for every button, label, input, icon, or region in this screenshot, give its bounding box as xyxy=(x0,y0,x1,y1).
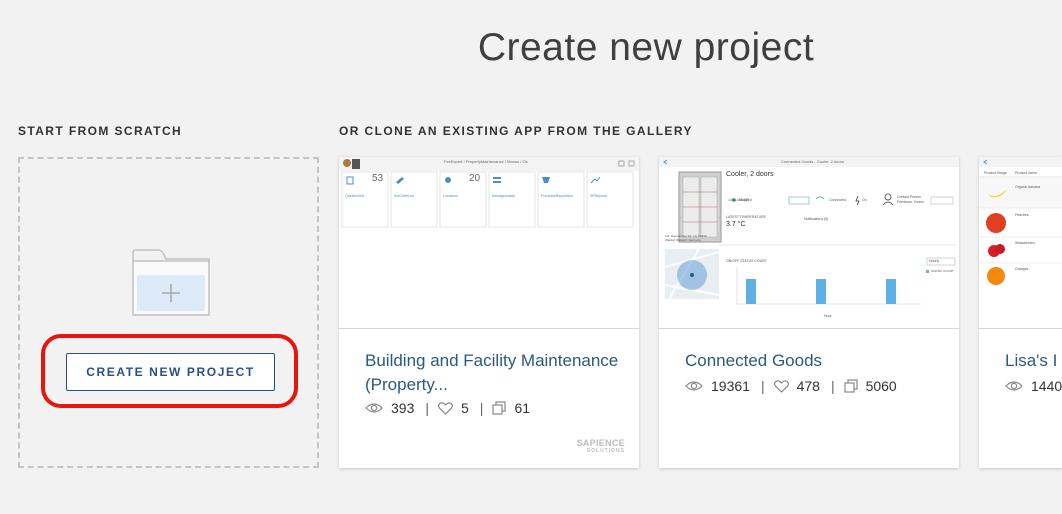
clones-count: 61 xyxy=(514,400,531,416)
thumb-column-header: Product Image xyxy=(984,171,1007,175)
vendor-logo: SAPIENCE SOLUTIONS xyxy=(577,438,625,454)
thumb-chart-period: Hourly xyxy=(929,259,940,263)
thumb-temp-value: 3.7 °C xyxy=(726,221,746,228)
page-title: Create new project xyxy=(477,26,815,69)
tile-label: ManageAssets xyxy=(492,194,516,198)
tile-label: QuestionSet xyxy=(345,194,365,198)
thumb-x-axis-label: Hour xyxy=(824,314,832,318)
views-count: 393 xyxy=(391,400,415,416)
heart-icon xyxy=(773,379,789,393)
separator: | xyxy=(425,400,429,416)
eye-icon xyxy=(1005,381,1023,391)
thumb-status: Mapped xyxy=(739,198,752,202)
separator: | xyxy=(760,378,765,394)
thumb-product-name: Cooler, 2 doors xyxy=(726,171,774,178)
thumb-temp-label: LATEST TEMPERATURE xyxy=(726,215,766,219)
thumb-column-header: Product name xyxy=(1015,171,1037,175)
gallery-card-connected-goods[interactable]: Connected Goods - Cooler, 2 doors Cooler… xyxy=(659,157,959,468)
thumb-power: On xyxy=(862,198,867,202)
heart-icon xyxy=(438,401,453,415)
gallery-card-building-maintenance[interactable]: FeeExpert / PropertyMaintenance / Manos … xyxy=(339,157,639,468)
likes-count: 478 xyxy=(796,378,820,394)
card-stats: 1440 xyxy=(1005,378,1062,394)
thumb-chart-legend: ON/OFF COUNT xyxy=(931,269,954,273)
views-count: 1440 xyxy=(1031,378,1062,394)
thumb-address: Ltd. Ruessenber Str. 13, 60150 Waldorf W… xyxy=(665,234,707,242)
thumb-chart-label: ON/OFF STATUS COUNT xyxy=(726,259,767,263)
vendor-subtitle: SOLUTIONS xyxy=(586,448,625,454)
gallery-heading: OR CLONE AN EXISTING APP FROM THE GALLER… xyxy=(339,124,693,138)
tile-count: 53 xyxy=(372,173,384,184)
tile-grid xyxy=(341,171,634,228)
separator: | xyxy=(479,400,484,416)
separator: | xyxy=(830,378,835,394)
tile-label: SPReports xyxy=(590,194,607,198)
thumb-header-text: Connected Goods - Cooler, 2 doors xyxy=(781,159,844,164)
card-title[interactable]: Lisa's I xyxy=(1005,349,1062,373)
card-title[interactable]: Building and Facility Maintenance (Prope… xyxy=(365,349,625,397)
app-thumbnail: Product Image Product name Organic banan… xyxy=(979,157,1062,329)
thumb-row-label: Organic banana xyxy=(1015,185,1040,189)
thumb-notifications-label: Notifications (5) xyxy=(804,217,829,221)
likes-count: 5 xyxy=(461,400,469,416)
eye-icon xyxy=(365,403,383,413)
new-folder-icon xyxy=(132,249,210,317)
card-stats: 19361 | 478 | 5060 xyxy=(685,378,899,394)
start-from-scratch-panel: CREATE NEW PROJECT xyxy=(18,157,319,468)
tile-label: SetOrderList xyxy=(394,194,414,198)
start-from-scratch-heading: START FROM SCRATCH xyxy=(18,124,183,138)
views-count: 19361 xyxy=(711,378,750,394)
thumb-contact-label: Contact Person xyxy=(897,195,922,199)
gallery-card-lisas[interactable]: Product Image Product name Organic banan… xyxy=(979,157,1062,468)
thumb-row-label: Strawberries xyxy=(1015,241,1035,245)
clone-icon xyxy=(492,401,507,415)
thumb-contact-name: Friedman, Yoram xyxy=(897,200,924,204)
vendor-name: SAPIENCE xyxy=(576,438,625,448)
create-new-project-button[interactable]: CREATE NEW PROJECT xyxy=(66,353,275,391)
thumb-row-label: Oranges xyxy=(1015,267,1029,271)
tile-label: Locations xyxy=(443,194,458,198)
clone-icon xyxy=(843,379,858,393)
tile-label: PurchaseRequisition xyxy=(541,194,574,198)
thumb-connectivity: Connected xyxy=(829,198,846,202)
card-title[interactable]: Connected Goods xyxy=(685,349,945,373)
eye-icon xyxy=(685,381,703,391)
tile-count: 20 xyxy=(469,173,481,184)
clones-count: 5060 xyxy=(865,378,897,394)
app-thumbnail: Connected Goods - Cooler, 2 doors Cooler… xyxy=(659,157,959,329)
thumb-header-text: FeeExpert / PropertyMaintenance / Manos … xyxy=(444,159,528,164)
card-stats: 393 | 5 | 61 xyxy=(365,400,532,416)
thumb-row-label: Peaches xyxy=(1015,213,1029,217)
app-thumbnail: FeeExpert / PropertyMaintenance / Manos … xyxy=(339,157,639,329)
